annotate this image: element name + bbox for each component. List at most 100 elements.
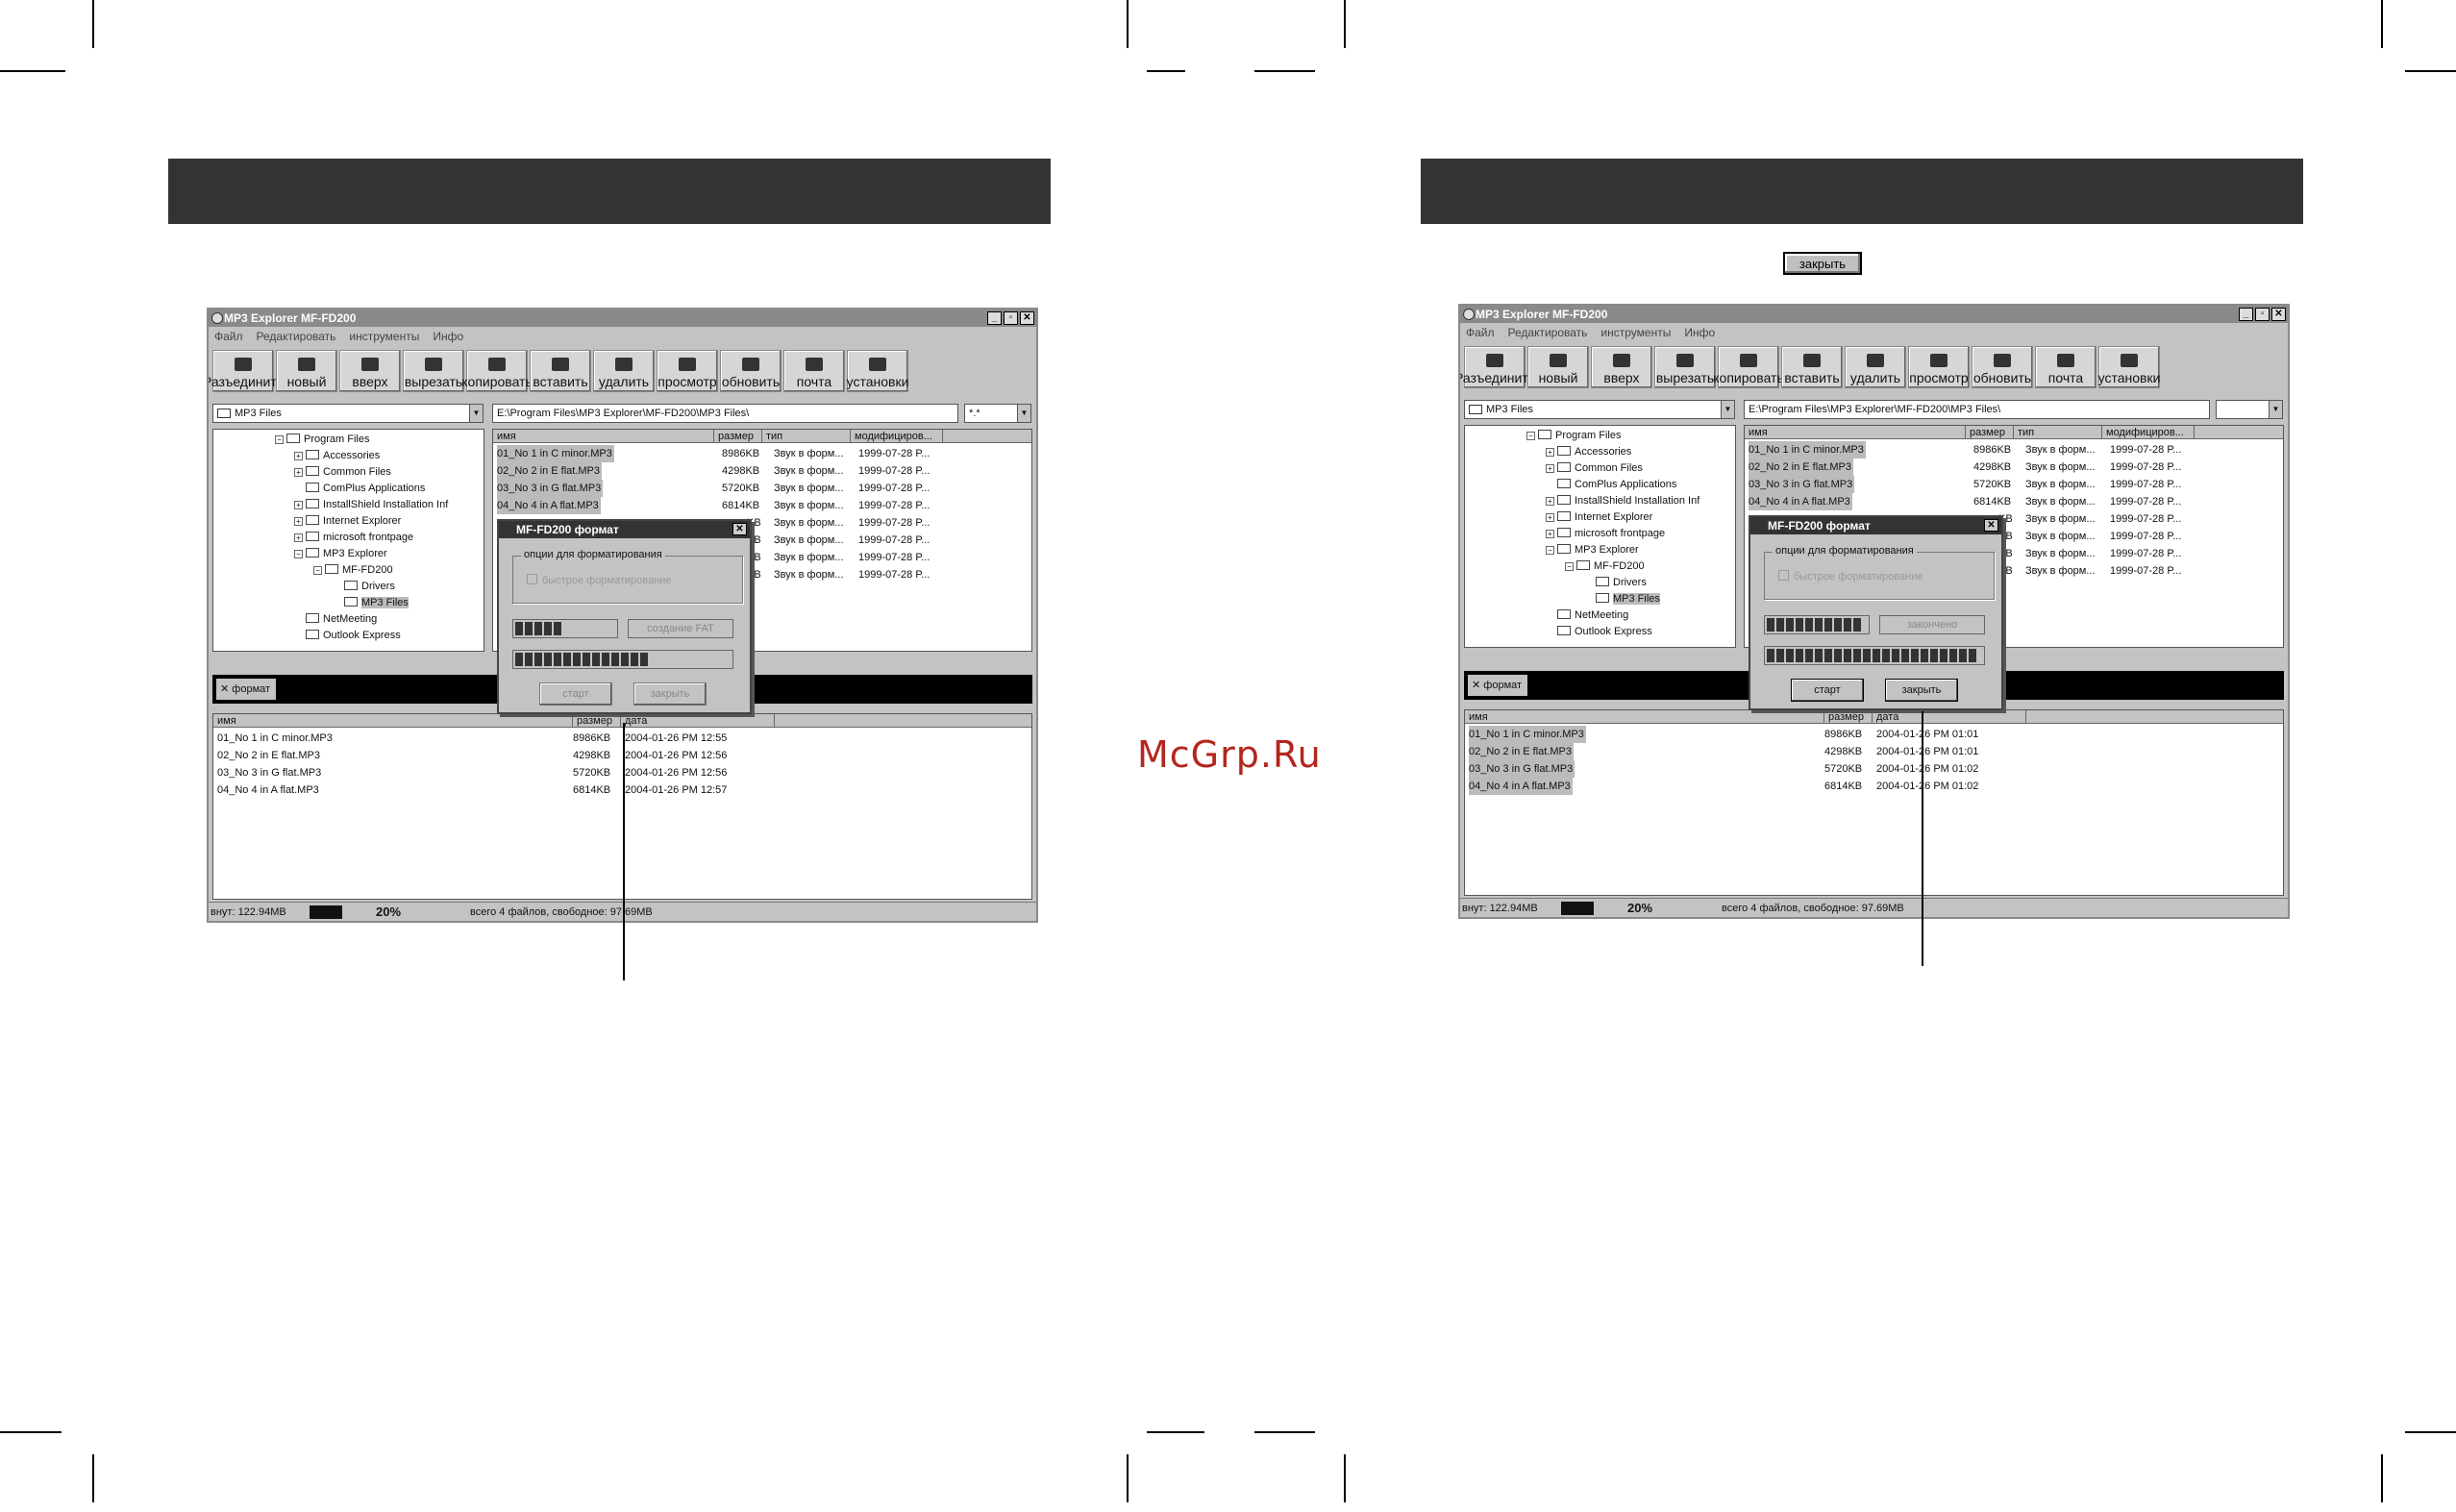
expand-icon[interactable]: + [294, 517, 303, 526]
tree-item[interactable]: ComPlus Applications [306, 483, 425, 494]
list-item[interactable]: 02_No 2 in E flat.MP3 4298KB 2004-01-26 PM… [1465, 743, 2283, 760]
list-item[interactable]: 04_No 4 in A flat.MP3 6814KB Звук в форм..… [493, 497, 1031, 514]
minimize-icon[interactable]: _ [2239, 308, 2253, 321]
view-button[interactable]: просмотр [1908, 346, 1970, 388]
tree-item[interactable]: − MF-FD200 [313, 564, 393, 576]
filter-combo[interactable]: ▼ [2216, 400, 2283, 419]
tree-item[interactable]: Outlook Express [1557, 626, 1652, 637]
expand-icon[interactable]: + [1546, 497, 1554, 506]
settings-button[interactable]: установки [2098, 346, 2160, 388]
disconnect-button[interactable]: Разъединить [1460, 346, 1535, 388]
quick-format-checkbox[interactable]: быстрое форматирование [1778, 570, 1923, 582]
new-button[interactable]: новый [1527, 346, 1589, 388]
tree-item[interactable]: − MP3 Explorer [294, 548, 387, 559]
col-size[interactable]: размер [714, 430, 762, 443]
path-field[interactable]: E:\Program Files\MP3 Explorer\MF-FD200\M… [492, 404, 958, 423]
col-name[interactable]: имя [1745, 426, 1966, 439]
list-item[interactable]: 04_No 4 in A flat.MP3 6814KB Звук в форм..… [1745, 493, 2283, 510]
col-modified[interactable]: модифициров... [2102, 426, 2195, 439]
expand-icon[interactable]: + [294, 452, 303, 460]
tree-item[interactable]: − MP3 Explorer [1546, 544, 1639, 556]
close-icon[interactable]: ✕ [1984, 519, 1998, 532]
path-field[interactable]: E:\Program Files\MP3 Explorer\MF-FD200\M… [1744, 400, 2210, 419]
menu-file[interactable]: Файл [214, 327, 243, 346]
disconnect-button[interactable]: Разъединить [209, 350, 284, 392]
list-item[interactable]: 01_No 1 in C minor.MP3 8986KB Звук в форм.… [1745, 441, 2283, 459]
tree-item[interactable]: + Accessories [1546, 446, 1631, 458]
tree-item[interactable]: − Program Files [275, 434, 369, 445]
menu-tools[interactable]: инструменты [349, 327, 419, 346]
tree-item[interactable]: + microsoft frontpage [1546, 528, 1665, 539]
settings-button[interactable]: установки [847, 350, 908, 392]
close-button-callout[interactable]: закрыть [1783, 252, 1862, 275]
expand-icon[interactable]: + [294, 533, 303, 542]
list-item[interactable]: 02_No 2 in E flat.MP3 4298KB Звук в форм..… [493, 462, 1031, 480]
col-type[interactable]: тип [2014, 426, 2102, 439]
format-button[interactable]: ✕ формат [216, 679, 277, 700]
expand-icon[interactable]: + [1546, 530, 1554, 538]
tree-item[interactable]: + Accessories [294, 450, 380, 461]
close-icon[interactable]: ✕ [2271, 308, 2286, 321]
copy-button[interactable]: копировать [461, 350, 533, 392]
close-icon[interactable]: ✕ [1020, 311, 1034, 325]
menu-info[interactable]: Инфо [433, 327, 463, 346]
tree-item[interactable]: NetMeeting [306, 613, 377, 625]
collapse-icon[interactable]: − [1546, 546, 1554, 555]
paste-button[interactable]: вставить [1781, 346, 1843, 388]
tree-item[interactable]: − MF-FD200 [1565, 560, 1645, 572]
col-date[interactable]: дата [1873, 710, 2026, 724]
minimize-icon[interactable]: _ [987, 311, 1002, 325]
expand-icon[interactable]: + [294, 501, 303, 509]
tree-item[interactable]: + Common Files [294, 466, 391, 478]
expand-icon[interactable]: + [1546, 448, 1554, 457]
up-button[interactable]: вверх [339, 350, 401, 392]
collapse-icon[interactable]: − [1526, 432, 1535, 440]
menu-edit[interactable]: Редактировать [257, 327, 336, 346]
tree-item[interactable]: Drivers [344, 581, 395, 592]
expand-icon[interactable]: + [294, 468, 303, 477]
quick-format-checkbox[interactable]: быстрое форматирование [527, 574, 671, 586]
refresh-button[interactable]: обновить [720, 350, 781, 392]
filter-combo[interactable]: *.* ▼ [964, 404, 1031, 423]
refresh-button[interactable]: обновить [1972, 346, 2033, 388]
col-size[interactable]: размер [1824, 710, 1873, 724]
tree-item-selected[interactable]: MP3 Files [1596, 593, 1660, 605]
col-date[interactable]: дата [621, 714, 775, 728]
mail-button[interactable]: почта [2035, 346, 2096, 388]
list-item[interactable]: 01_No 1 in C minor.MP3 8986KB 2004-01-26 P… [1465, 726, 2283, 743]
folder-combo[interactable]: MP3 Files ▼ [212, 404, 484, 423]
tree-item[interactable]: ComPlus Applications [1557, 479, 1676, 490]
tree-item[interactable]: + Internet Explorer [294, 515, 401, 527]
expand-icon[interactable]: + [1546, 513, 1554, 522]
list-item[interactable]: 04_No 4 in A flat.MP3 6814KB 2004-01-26 PM… [1465, 778, 2283, 795]
list-item[interactable]: 02_No 2 in E flat.MP3 4298KB Звук в форм..… [1745, 459, 2283, 476]
delete-button[interactable]: удалить [1845, 346, 1906, 388]
maximize-icon[interactable]: ▫ [2255, 308, 2270, 321]
chevron-down-icon[interactable]: ▼ [1721, 401, 1734, 418]
paste-button[interactable]: вставить [530, 350, 591, 392]
col-name[interactable]: имя [493, 430, 714, 443]
menu-edit[interactable]: Редактировать [1508, 323, 1588, 342]
tree-item[interactable]: + Common Files [1546, 462, 1643, 474]
tree-item[interactable]: + InstallShield Installation Inf [1546, 495, 1699, 507]
folder-combo[interactable]: MP3 Files ▼ [1464, 400, 1735, 419]
collapse-icon[interactable]: − [1565, 562, 1574, 571]
delete-button[interactable]: удалить [593, 350, 655, 392]
copy-button[interactable]: копировать [1713, 346, 1784, 388]
col-modified[interactable]: модифициров... [851, 430, 943, 443]
collapse-icon[interactable]: − [294, 550, 303, 558]
list-item[interactable]: 03_No 3 in G flat.MP3 5720KB 2004-01-26 PM… [1465, 760, 2283, 778]
menu-tools[interactable]: инструменты [1600, 323, 1671, 342]
menu-info[interactable]: Инфо [1684, 323, 1715, 342]
close-icon[interactable]: ✕ [732, 523, 747, 535]
chevron-down-icon[interactable]: ▼ [2269, 401, 2282, 418]
close-button[interactable]: закрыть [633, 682, 707, 706]
view-button[interactable]: просмотр [657, 350, 718, 392]
start-button[interactable]: старт [539, 682, 612, 706]
list-item[interactable]: 03_No 3 in G flat.MP3 5720KB Звук в форм..… [1745, 476, 2283, 493]
expand-icon[interactable]: + [1546, 464, 1554, 473]
tree-item-selected[interactable]: MP3 Files [344, 597, 409, 608]
col-size[interactable]: размер [1966, 426, 2014, 439]
collapse-icon[interactable]: − [313, 566, 322, 575]
chevron-down-icon[interactable]: ▼ [469, 405, 483, 422]
